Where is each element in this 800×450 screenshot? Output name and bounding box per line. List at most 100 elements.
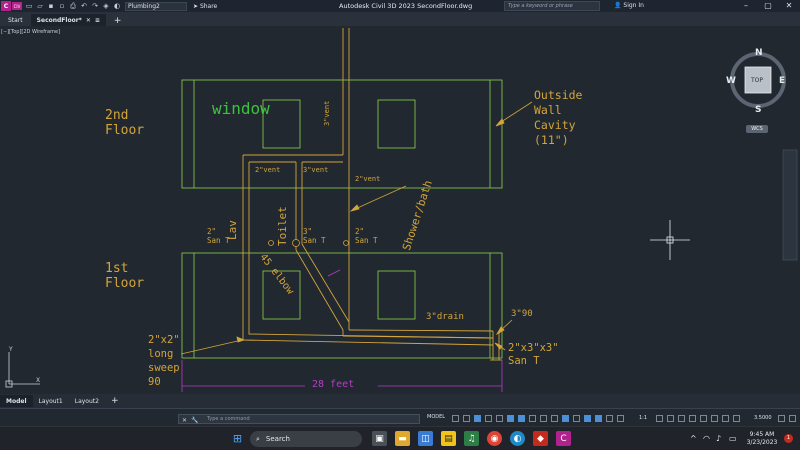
gizmo-icon[interactable] [595, 415, 602, 422]
photos-icon[interactable]: ◫ [418, 431, 433, 446]
vent-2b-label: 2"vent [355, 175, 381, 183]
dimension-label: 28 feet [312, 379, 355, 390]
unit-value[interactable]: 3.5000 [754, 415, 772, 421]
annotation-scale[interactable]: 1:1 [639, 415, 647, 421]
viewcube-top-face[interactable]: TOP [751, 77, 763, 84]
tab-start[interactable]: Start [2, 14, 29, 26]
ucs-y-label: Y [8, 346, 13, 353]
share-button[interactable]: ➤ Share [193, 3, 217, 10]
dynamic-ucs-icon[interactable] [573, 415, 580, 422]
civil-badge-icon[interactable]: CIV [12, 2, 22, 10]
workspace-switch-icon[interactable] [656, 415, 663, 422]
spotify-icon[interactable]: ♫ [464, 431, 479, 446]
selection-filter-icon[interactable] [584, 415, 591, 422]
maximize-icon[interactable]: ▢ [757, 0, 779, 12]
save-as-icon[interactable]: ▫ [58, 2, 66, 10]
lock-ui-icon[interactable] [700, 415, 707, 422]
clock-date: 3/23/2023 [746, 439, 778, 446]
drain-label: 3"drain [426, 312, 464, 322]
volume-icon[interactable]: ♪ [716, 434, 721, 443]
polar-toggle-icon[interactable] [485, 415, 492, 422]
battery-icon[interactable]: ▭ [729, 434, 737, 443]
red-app-icon[interactable]: ◆ [533, 431, 548, 446]
show-hidden-icons[interactable]: ^ [690, 434, 697, 443]
object-tracking-icon[interactable] [507, 415, 514, 422]
quick-properties-icon[interactable] [689, 415, 696, 422]
model-space-button[interactable]: MODEL [427, 414, 445, 420]
ortho-toggle-icon[interactable] [474, 415, 481, 422]
annotation-monitor-icon[interactable] [667, 415, 674, 422]
tab-secondfloor-label: SecondFloor* [36, 16, 82, 24]
viewcube-north[interactable]: N [755, 48, 763, 58]
customize-command-icon[interactable]: 🔧 [191, 416, 198, 425]
wcs-menu[interactable]: WCS [746, 125, 768, 133]
close-command-icon[interactable]: ✕ [182, 416, 187, 425]
sticky-notes-icon[interactable]: ▤ [441, 431, 456, 446]
edge-icon[interactable]: ◐ [510, 431, 525, 446]
clean-screen-icon[interactable] [733, 415, 740, 422]
open-folder-icon[interactable]: ▱ [36, 2, 44, 10]
tab-layout1[interactable]: Layout1 [33, 395, 69, 407]
command-input[interactable]: ✕ 🔧 Type a command [178, 414, 420, 424]
file-explorer-icon[interactable]: ▬ [395, 431, 410, 446]
layers-icon[interactable]: ◈ [102, 2, 110, 10]
pipe-lines [242, 28, 502, 361]
tab-model[interactable]: Model [0, 395, 33, 407]
ucs-icon [5, 352, 40, 388]
menu-icon[interactable] [789, 415, 796, 422]
lineweight-toggle-icon[interactable] [529, 415, 536, 422]
auto-scale-icon[interactable] [617, 415, 624, 422]
customization-icon[interactable] [778, 415, 785, 422]
floor2-label: 2nd Floor [105, 108, 145, 138]
vent-top-label: 3"vent [323, 100, 331, 126]
task-view-icon[interactable]: ▣ [372, 431, 387, 446]
taskbar-search-label: Search [265, 435, 290, 443]
window-box-2 [377, 99, 416, 149]
tab-layout2[interactable]: Layout2 [69, 395, 105, 407]
save-icon[interactable]: ▪ [47, 2, 55, 10]
viewcube-south[interactable]: S [755, 105, 761, 115]
osnap-toggle-icon[interactable] [518, 415, 525, 422]
isolate-objects-icon[interactable] [711, 415, 718, 422]
3d-osnap-icon[interactable] [562, 415, 569, 422]
print-icon[interactable]: ⎙ [69, 2, 77, 10]
civil3d-taskbar-icon[interactable]: C [556, 431, 571, 446]
drawing-canvas[interactable]: [−][Top][2D Wireframe] Y X 2nd Floor 1st… [0, 26, 800, 394]
close-icon[interactable]: ✕ [778, 0, 800, 12]
help-search-input[interactable]: Type a keyword or phrase [504, 1, 600, 11]
tab-secondfloor[interactable]: SecondFloor* ✕ ≡ [30, 14, 106, 26]
minimize-icon[interactable]: – [735, 0, 757, 12]
command-placeholder: Type a command [207, 416, 250, 422]
units-icon[interactable] [678, 415, 685, 422]
tab-close-icon[interactable]: ✕ [86, 17, 91, 24]
notification-badge[interactable]: 1 [784, 434, 793, 443]
transparency-toggle-icon[interactable] [540, 415, 547, 422]
grid-toggle-icon[interactable] [452, 415, 459, 422]
app-logo-icon[interactable]: C [1, 1, 11, 11]
viewcube-east[interactable]: E [779, 76, 785, 86]
viewcube-west[interactable]: W [726, 76, 736, 86]
isodraft-toggle-icon[interactable] [496, 415, 503, 422]
layer-state-icon[interactable]: ◐ [113, 2, 121, 10]
floor1-label: 1st Floor [105, 261, 145, 291]
windows-taskbar: ⊞ ⌕ Search ▣ ▬ ◫ ▤ ♫ ◉ ◐ ◆ C ^ ◠ ♪ ▭ 9:4… [0, 426, 800, 450]
undo-icon[interactable]: ↶ [80, 2, 88, 10]
tab-menu-icon[interactable]: ≡ [95, 17, 100, 24]
san-t-right-label: 2" San T [355, 227, 378, 245]
new-file-icon[interactable]: ▭ [25, 2, 33, 10]
chrome-icon[interactable]: ◉ [487, 431, 502, 446]
redo-icon[interactable]: ↷ [91, 2, 99, 10]
add-layout-button[interactable]: + [105, 396, 125, 406]
new-tab-button[interactable]: + [110, 16, 126, 26]
sign-in-button[interactable]: 👤 Sign In [614, 2, 644, 9]
wifi-icon[interactable]: ◠ [703, 434, 710, 443]
selection-cycling-icon[interactable] [551, 415, 558, 422]
taskbar-clock[interactable]: 9:45 AM 3/23/2023 [744, 431, 780, 447]
autocad-window: C CIV ▭ ▱ ▪ ▫ ⎙ ↶ ↷ ◈ ◐ Plumbing2 ➤ Shar… [0, 0, 800, 450]
taskbar-search[interactable]: ⌕ Search [250, 431, 362, 447]
workspace-select[interactable]: Plumbing2 [125, 1, 187, 11]
graphics-performance-icon[interactable] [722, 415, 729, 422]
windows-start-icon[interactable]: ⊞ [230, 431, 245, 446]
snap-toggle-icon[interactable] [463, 415, 470, 422]
annotation-visibility-icon[interactable] [606, 415, 613, 422]
